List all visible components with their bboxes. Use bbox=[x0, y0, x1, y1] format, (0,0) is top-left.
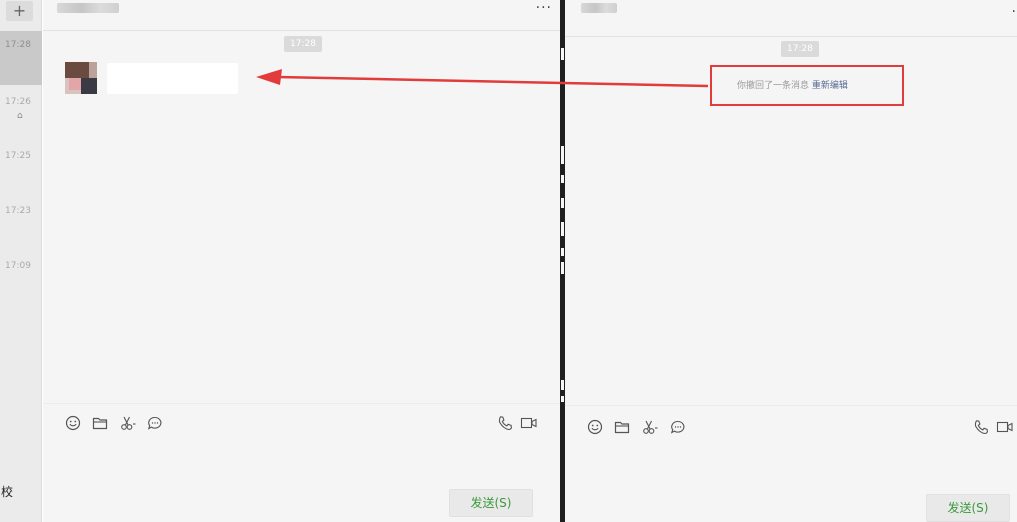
session-time: 17:28 bbox=[5, 40, 31, 50]
chat-pane-right: · 17:28 你撤回了一条消息 重新编辑 发送(S) bbox=[565, 0, 1017, 522]
more-options-button[interactable]: ··· bbox=[536, 0, 552, 16]
session-item[interactable]: 17:26 ⌂ bbox=[0, 88, 42, 142]
chat-bubble-icon[interactable] bbox=[145, 413, 165, 433]
video-icon[interactable] bbox=[995, 417, 1015, 437]
send-button[interactable]: 发送(S) bbox=[449, 489, 533, 517]
session-item[interactable]: 17:23 bbox=[0, 197, 42, 251]
message-bubble[interactable] bbox=[107, 63, 238, 94]
phone-icon[interactable] bbox=[495, 413, 515, 433]
chat-toolbar bbox=[585, 417, 1015, 439]
input-area[interactable]: 发送(S) bbox=[43, 403, 560, 522]
input-area[interactable]: 发送(S) bbox=[565, 405, 1017, 522]
scissors-icon[interactable] bbox=[640, 417, 660, 437]
avatar[interactable] bbox=[65, 62, 97, 94]
chat-toolbar bbox=[63, 413, 543, 435]
session-list: + 17:28 17:26 ⌂ 17:25 17:23 17:09 校 bbox=[0, 0, 42, 522]
folder-icon[interactable] bbox=[90, 413, 110, 433]
scissors-icon[interactable] bbox=[118, 413, 138, 433]
emoji-icon[interactable] bbox=[63, 413, 83, 433]
session-time: 17:23 bbox=[5, 206, 31, 216]
session-time: 17:25 bbox=[5, 151, 31, 161]
session-time: 17:09 bbox=[5, 261, 31, 271]
message-timestamp: 17:28 bbox=[284, 36, 322, 52]
session-name: 校 bbox=[1, 485, 14, 499]
folder-icon[interactable] bbox=[612, 417, 632, 437]
send-button[interactable]: 发送(S) bbox=[926, 494, 1010, 522]
session-time: 17:26 bbox=[5, 97, 31, 107]
session-item[interactable]: 17:28 bbox=[0, 31, 42, 85]
chat-header: · bbox=[565, 0, 1017, 37]
more-options-button[interactable]: · bbox=[1012, 4, 1017, 20]
chat-pane-left: ··· 17:28 发送(S) bbox=[43, 0, 560, 522]
session-item[interactable]: 17:25 bbox=[0, 142, 42, 196]
chat-header: ··· bbox=[43, 0, 560, 31]
video-icon[interactable] bbox=[519, 413, 539, 433]
contact-name-blurred bbox=[581, 3, 617, 13]
emoji-icon[interactable] bbox=[585, 417, 605, 437]
mute-icon: ⌂ bbox=[17, 111, 23, 121]
session-item[interactable]: 17:09 bbox=[0, 252, 42, 306]
phone-icon[interactable] bbox=[971, 417, 991, 437]
add-chat-button[interactable]: + bbox=[6, 1, 33, 21]
chat-bubble-icon[interactable] bbox=[668, 417, 688, 437]
message-timestamp: 17:28 bbox=[781, 41, 819, 57]
contact-name-blurred bbox=[57, 3, 119, 13]
annotation-highlight-box bbox=[710, 65, 904, 106]
